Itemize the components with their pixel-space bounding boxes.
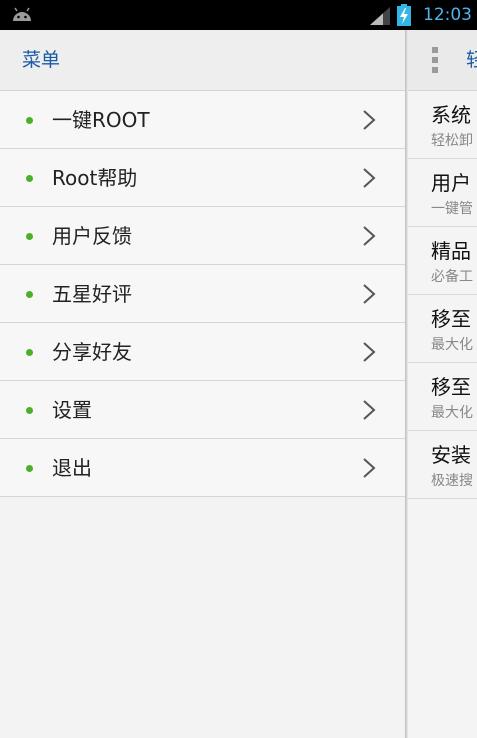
menu-item-share[interactable]: 分享好友 <box>0 323 406 381</box>
android-notification-icon <box>13 7 31 21</box>
signal-strength-icon <box>370 7 390 25</box>
menu-item-rate[interactable]: 五星好评 <box>0 265 406 323</box>
bullet-dot-icon <box>26 233 33 240</box>
chevron-right-icon <box>363 400 376 420</box>
feature-item[interactable]: 安装 极速搜 <box>408 431 477 499</box>
feature-title: 移至 <box>431 375 471 399</box>
chevron-right-icon <box>363 342 376 362</box>
bullet-dot-icon <box>26 349 33 356</box>
menu-item-settings[interactable]: 设置 <box>0 381 406 439</box>
drawer-menu-list: 一键ROOT Root帮助 用户反馈 五星好评 分享好友 设置 退出 <box>0 91 406 497</box>
menu-item-label: 用户反馈 <box>52 224 132 248</box>
menu-item-label: 分享好友 <box>52 340 132 364</box>
main-content-panel[interactable]: 轻 系统 轻松卸 用户 一键管 精品 必备工 移至 最大化 移至 最大化 安装 … <box>408 30 477 738</box>
drawer-header: 菜单 <box>0 30 406 91</box>
bullet-dot-icon <box>26 465 33 472</box>
main-title: 轻 <box>466 49 477 71</box>
feature-item[interactable]: 移至 最大化 <box>408 363 477 431</box>
menu-item-root[interactable]: 一键ROOT <box>0 91 406 149</box>
bullet-dot-icon <box>26 117 33 124</box>
menu-item-label: 五星好评 <box>52 282 132 306</box>
bullet-dot-icon <box>26 175 33 182</box>
status-bar: 12:03 <box>0 0 477 30</box>
drawer-toggle-icon[interactable] <box>432 47 438 73</box>
feature-item[interactable]: 系统 轻松卸 <box>408 91 477 159</box>
navigation-drawer: 菜单 一键ROOT Root帮助 用户反馈 五星好评 分享好友 设置 退出 <box>0 30 406 738</box>
chevron-right-icon <box>363 284 376 304</box>
feature-item[interactable]: 精品 必备工 <box>408 227 477 295</box>
main-header: 轻 <box>408 30 477 91</box>
feature-item[interactable]: 移至 最大化 <box>408 295 477 363</box>
feature-title: 系统 <box>431 103 471 127</box>
chevron-right-icon <box>363 458 376 478</box>
feature-subtitle: 极速搜 <box>431 473 473 489</box>
drawer-title: 菜单 <box>22 49 61 71</box>
main-feature-list: 系统 轻松卸 用户 一键管 精品 必备工 移至 最大化 移至 最大化 安装 极速… <box>408 91 477 499</box>
chevron-right-icon <box>363 110 376 130</box>
feature-subtitle: 一键管 <box>431 201 473 217</box>
bullet-dot-icon <box>26 407 33 414</box>
feature-title: 用户 <box>431 171 471 195</box>
feature-subtitle: 必备工 <box>431 269 473 285</box>
menu-item-label: 一键ROOT <box>52 108 150 132</box>
feature-subtitle: 最大化 <box>431 337 473 353</box>
menu-item-label: 设置 <box>52 398 92 422</box>
menu-item-label: 退出 <box>52 456 92 480</box>
chevron-right-icon <box>363 226 376 246</box>
battery-charging-icon <box>397 4 411 26</box>
feature-subtitle: 最大化 <box>431 405 473 421</box>
feature-title: 安装 <box>431 443 471 467</box>
menu-item-exit[interactable]: 退出 <box>0 439 406 497</box>
status-time: 12:03 <box>423 5 472 25</box>
menu-item-label: Root帮助 <box>52 166 138 190</box>
menu-item-feedback[interactable]: 用户反馈 <box>0 207 406 265</box>
bullet-dot-icon <box>26 291 33 298</box>
feature-title: 精品 <box>431 239 471 263</box>
feature-item[interactable]: 用户 一键管 <box>408 159 477 227</box>
menu-item-root-help[interactable]: Root帮助 <box>0 149 406 207</box>
chevron-right-icon <box>363 168 376 188</box>
feature-subtitle: 轻松卸 <box>431 133 473 149</box>
feature-title: 移至 <box>431 307 471 331</box>
